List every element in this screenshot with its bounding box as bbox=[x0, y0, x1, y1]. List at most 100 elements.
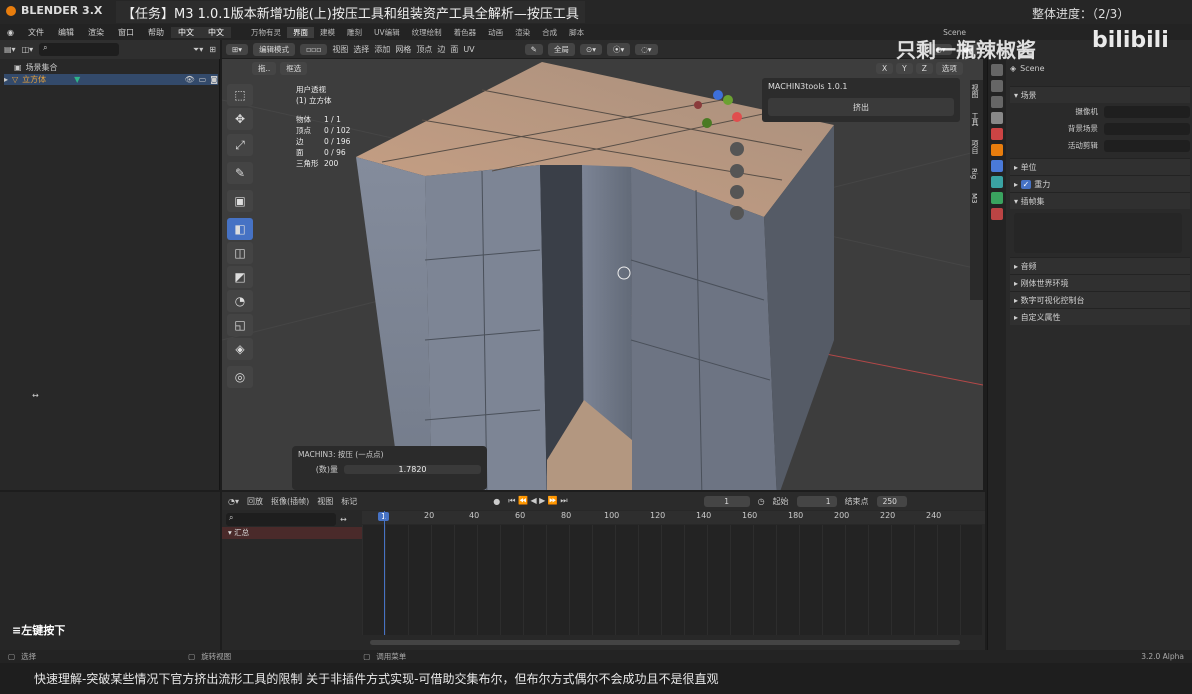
section-rigidbody[interactable]: ▸ 刚体世界环境 bbox=[1010, 274, 1190, 291]
timeline-search-input[interactable]: ⌕ bbox=[226, 512, 336, 526]
pan-hand-icon[interactable] bbox=[730, 164, 744, 178]
gizmo-neg-y[interactable] bbox=[702, 118, 712, 128]
section-units[interactable]: ▸ 单位 bbox=[1010, 158, 1190, 175]
swap-icon[interactable]: ↔ bbox=[340, 515, 347, 524]
timeline-keyframe-area[interactable] bbox=[362, 511, 982, 635]
menu-edge[interactable]: 边 bbox=[437, 44, 445, 55]
record-icon[interactable]: ● bbox=[493, 497, 500, 506]
zoom-icon[interactable] bbox=[730, 142, 744, 156]
inset-tool[interactable]: ◫ bbox=[227, 242, 253, 264]
section-audio[interactable]: ▸ 音频 bbox=[1010, 257, 1190, 274]
menu-view[interactable]: 视图 bbox=[332, 44, 348, 55]
gizmo-neg-x[interactable] bbox=[694, 101, 702, 109]
extrude-tool[interactable]: ◧ bbox=[227, 218, 253, 240]
blender-menu-icon[interactable]: ◉ bbox=[0, 28, 21, 37]
menu-playback[interactable]: 回放 bbox=[247, 496, 263, 507]
options-dropdown[interactable]: 选项 bbox=[935, 62, 963, 75]
section-keying[interactable]: ▾ 插帧集 bbox=[1010, 192, 1190, 209]
select-mode-buttons[interactable]: ▫▫▫ bbox=[300, 43, 328, 55]
menu-help[interactable]: 帮助 bbox=[141, 27, 171, 38]
menu-lang-2[interactable]: 中文 bbox=[200, 26, 231, 38]
tool-tab-icon[interactable] bbox=[991, 64, 1003, 76]
menu-select[interactable]: 选择 bbox=[353, 44, 369, 55]
bg-scene-field[interactable] bbox=[1103, 122, 1190, 135]
smooth-tool[interactable]: ◱ bbox=[227, 314, 253, 336]
mirror-x[interactable]: X bbox=[876, 63, 894, 74]
gizmo-z[interactable] bbox=[713, 90, 723, 100]
menu-lang-1[interactable]: 中文 bbox=[170, 26, 201, 38]
menu-tl-view[interactable]: 视图 bbox=[317, 496, 333, 507]
pivot-icon[interactable]: ⊙▾ bbox=[579, 43, 602, 55]
3d-viewport[interactable]: ⊞▾ 编辑模式 ▫▫▫ 视图 选择 添加 网格 顶点 边 面 UV ✎ 全局 ⊙… bbox=[222, 40, 983, 490]
section-custom[interactable]: ▸ 自定义属性 bbox=[1010, 308, 1190, 325]
menu-uv[interactable]: UV bbox=[463, 45, 474, 54]
select-box-tool[interactable]: ⬚ bbox=[227, 84, 253, 106]
annotate-tool[interactable]: ✎ bbox=[227, 162, 253, 184]
bevel-tool[interactable]: ◩ bbox=[227, 266, 253, 288]
viewport-display-icon[interactable]: ▭ bbox=[199, 75, 207, 84]
snap-icon[interactable]: ⦿▾ bbox=[607, 42, 631, 56]
expand-icon[interactable]: ▸ bbox=[4, 75, 8, 84]
box-select-dropdown[interactable]: 框选 bbox=[280, 62, 308, 75]
rip-tool[interactable]: ◎ bbox=[227, 366, 253, 388]
tab-workspace-1[interactable]: 界面 bbox=[286, 26, 314, 38]
clip-field[interactable] bbox=[1103, 139, 1190, 152]
ortho-grid-icon[interactable] bbox=[730, 206, 744, 220]
timeline-editor-icon[interactable]: ◔▾ bbox=[228, 497, 239, 506]
tab-workspace-8[interactable]: 渲染 bbox=[509, 27, 536, 38]
tab-workspace-4[interactable]: UV编辑 bbox=[368, 27, 406, 38]
new-collection-icon[interactable]: ⊞ bbox=[209, 45, 216, 54]
menu-vertex[interactable]: 顶点 bbox=[416, 44, 432, 55]
tab-tool[interactable]: 工具 bbox=[970, 112, 980, 126]
current-frame-field[interactable]: 1 bbox=[703, 495, 750, 507]
editor-type-dd[interactable]: ⊞▾ bbox=[226, 43, 249, 55]
section-visualize[interactable]: ▸ 数字可视化控制台 bbox=[1010, 291, 1190, 308]
outliner-search-input[interactable]: ⌕ bbox=[39, 43, 120, 56]
menu-add[interactable]: 添加 bbox=[374, 44, 390, 55]
tab-workspace-3[interactable]: 雕刻 bbox=[341, 27, 368, 38]
scale-tool[interactable]: ⤢ bbox=[227, 134, 253, 156]
gizmo-y[interactable] bbox=[723, 95, 733, 105]
physics-tab-icon[interactable] bbox=[991, 176, 1003, 188]
move-tool[interactable]: ✥ bbox=[227, 108, 253, 130]
menu-window[interactable]: 窗口 bbox=[111, 27, 141, 38]
menu-mesh[interactable]: 网格 bbox=[395, 44, 411, 55]
material-tab-icon[interactable] bbox=[991, 208, 1003, 220]
render-tab-icon[interactable] bbox=[991, 80, 1003, 92]
tab-workspace-10[interactable]: 脚本 bbox=[563, 27, 590, 38]
gizmo-x[interactable] bbox=[732, 112, 742, 122]
menu-marker[interactable]: 标记 bbox=[341, 496, 357, 507]
display-mode-icon[interactable]: ◫▾ bbox=[22, 45, 34, 54]
editor-type-icon[interactable]: ▤▾ bbox=[4, 45, 16, 54]
summary-channel[interactable]: ▾ 汇总 bbox=[222, 527, 362, 539]
mode-dropdown[interactable]: 编辑模式 bbox=[253, 42, 296, 56]
data-tab-icon[interactable] bbox=[991, 192, 1003, 204]
visibility-eye-icon[interactable]: 👁 bbox=[185, 75, 195, 84]
playhead[interactable] bbox=[384, 511, 385, 635]
timeline-scrollbar[interactable] bbox=[370, 640, 960, 645]
world-tab-icon[interactable] bbox=[991, 128, 1003, 140]
tab-workspace-2[interactable]: 建模 bbox=[314, 27, 341, 38]
tab-view[interactable]: 视图 bbox=[970, 84, 980, 98]
transform-orientation-dd[interactable]: 全局 bbox=[547, 42, 575, 56]
mirror-z[interactable]: Z bbox=[915, 63, 933, 74]
extrude-button[interactable]: 挤出 bbox=[768, 98, 954, 116]
gravity-checkbox[interactable]: ✓ bbox=[1020, 179, 1032, 189]
menu-face[interactable]: 面 bbox=[450, 44, 458, 55]
filter-icon[interactable]: ⏷▾ bbox=[193, 45, 203, 55]
camera-view-icon[interactable] bbox=[730, 185, 744, 199]
keying-list[interactable] bbox=[1014, 213, 1182, 253]
end-field[interactable]: 250 bbox=[876, 495, 907, 507]
frame-ruler[interactable]: 1 20 40 60 80 100 120 140 160 180 200 22… bbox=[362, 511, 985, 524]
tab-workspace-0[interactable]: 万物有灵 bbox=[245, 27, 287, 38]
tab-item[interactable]: 项目 bbox=[970, 140, 980, 154]
start-field[interactable]: 1 bbox=[796, 495, 837, 507]
scene-tab-icon[interactable] bbox=[991, 112, 1003, 124]
menu-file[interactable]: 文件 bbox=[21, 27, 51, 38]
tab-workspace-6[interactable]: 着色器 bbox=[448, 27, 483, 38]
tab-workspace-5[interactable]: 纹理绘制 bbox=[406, 27, 448, 38]
section-scene[interactable]: ▾ 场景 bbox=[1010, 86, 1190, 103]
menu-edit[interactable]: 编辑 bbox=[51, 27, 81, 38]
scene-collection-row[interactable]: ▣ 场景集合 bbox=[14, 62, 58, 73]
menu-keying[interactable]: 抠像(插帧) bbox=[271, 496, 309, 507]
